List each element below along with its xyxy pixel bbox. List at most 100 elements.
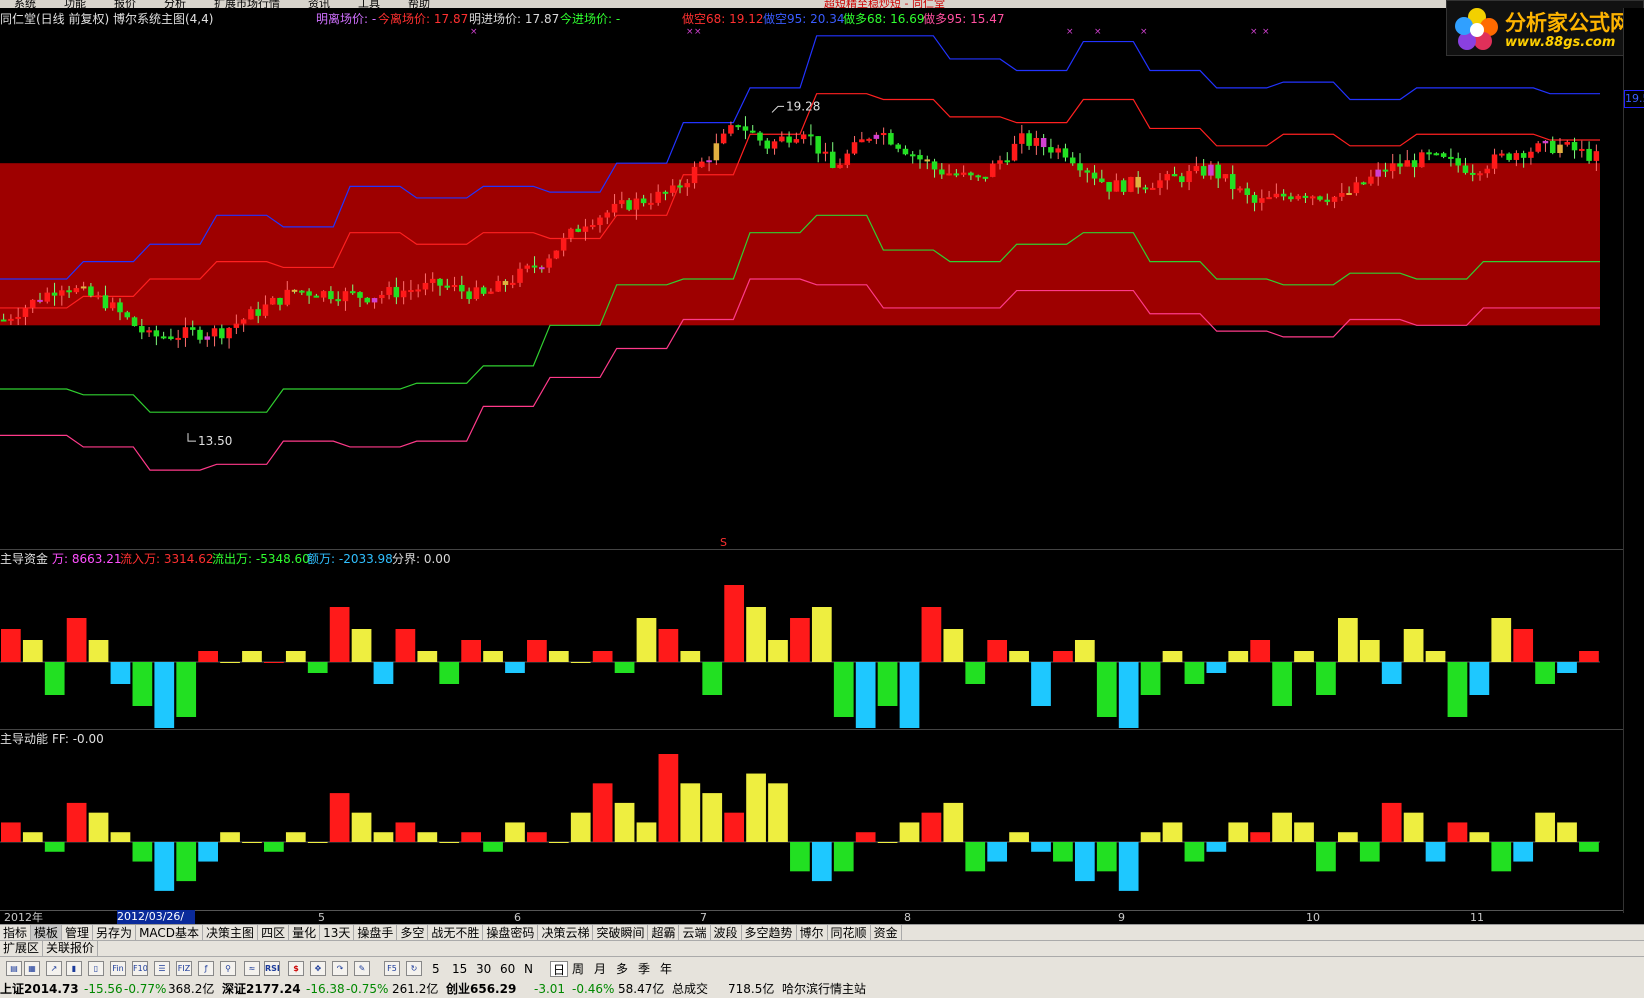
tb-13days[interactable]: 13天 (320, 925, 355, 941)
menu-item-news[interactable]: 资讯 (308, 0, 330, 8)
menu-item-analysis[interactable]: 分析 (164, 0, 186, 8)
zoom-icon[interactable]: ⚲ (220, 961, 236, 976)
candle-body (960, 172, 967, 175)
tb-related-quote[interactable]: 关联报价 (43, 941, 99, 956)
export-icon[interactable]: ↷ (332, 961, 348, 976)
menu-item-system[interactable]: 系统 (14, 0, 36, 8)
menu-item-tools[interactable]: 工具 (358, 0, 380, 8)
bar (855, 832, 876, 842)
fund-bar-chart[interactable] (0, 566, 1623, 728)
candle-body (989, 163, 996, 177)
menu-item-quote[interactable]: 报价 (114, 0, 136, 8)
bar (154, 662, 175, 728)
tb-trader[interactable]: 操盘手 (354, 925, 398, 941)
candle-body (240, 319, 247, 324)
tb-trend[interactable]: 多空趋势 (742, 925, 797, 941)
sz-pct: -0.75% (346, 982, 389, 996)
f5-icon[interactable]: F5 (384, 961, 400, 976)
tb-boer[interactable]: 博尔 (797, 925, 828, 941)
period-multi[interactable]: 多 (616, 961, 628, 977)
candle-icon[interactable]: ▯ (88, 961, 104, 976)
menu-item-help[interactable]: 帮助 (408, 0, 430, 8)
tb-macd[interactable]: MACD基本 (136, 925, 204, 941)
candle-body (1448, 156, 1454, 159)
tb-saveas[interactable]: 另存为 (93, 925, 137, 941)
period-day[interactable]: 日 (550, 961, 569, 977)
candle-body (633, 198, 640, 210)
tb-password[interactable]: 操盘密码 (483, 925, 539, 941)
fin-icon[interactable]: Fin (110, 961, 126, 976)
tb-breakout[interactable]: 突破瞬间 (593, 925, 649, 941)
candle-body (1259, 198, 1265, 203)
formula-icon[interactable]: ƒ (198, 961, 214, 976)
f10-icon[interactable]: F10 (132, 961, 148, 976)
tb-ext-area[interactable]: 扩展区 (0, 941, 44, 956)
cy-index[interactable]: 创业656.29 (446, 981, 516, 998)
pencil-icon[interactable]: ✎ (354, 961, 370, 976)
notes-icon[interactable]: ☰ (154, 961, 170, 976)
tb-fund[interactable]: 资金 (871, 925, 902, 941)
wave-icon[interactable]: ≈ (244, 961, 260, 976)
period-30min[interactable]: 30 (476, 961, 491, 977)
sh-index[interactable]: 上证2014.73 (0, 981, 79, 998)
period-60min[interactable]: 60 (500, 961, 515, 977)
tb-cloud[interactable]: 云端 (679, 925, 711, 941)
candle-body (779, 136, 785, 142)
fiz-icon[interactable]: FIZ (176, 961, 192, 976)
bar (1140, 832, 1161, 842)
trend-line-icon[interactable]: ↗ (46, 961, 62, 976)
candle-body (677, 185, 683, 188)
chart-line-icon[interactable]: ▤ (6, 961, 22, 976)
candle-body (51, 292, 58, 296)
tb-quant[interactable]: 量化 (289, 925, 321, 941)
panel-divider-2[interactable] (0, 729, 1623, 730)
candle-body (1397, 163, 1403, 167)
menu-item-function[interactable]: 功能 (64, 0, 86, 8)
tb-ths[interactable]: 同花顺 (828, 925, 871, 941)
extension-toolbar: 扩展区 关联报价 (0, 940, 1644, 956)
tb-wave[interactable]: 波段 (711, 925, 742, 941)
tb-template[interactable]: 模板 (31, 925, 63, 941)
bar (636, 822, 657, 842)
candle-body (429, 278, 436, 283)
tb-manage[interactable]: 管理 (62, 925, 94, 941)
kline-icon[interactable]: ▮ (66, 961, 82, 976)
tb-longshort[interactable]: 多空 (397, 925, 429, 941)
candle-body (1549, 140, 1556, 154)
bar (790, 618, 810, 662)
tb-super[interactable]: 超霸 (648, 925, 680, 941)
bar (483, 842, 503, 852)
bar (1381, 662, 1402, 684)
period-month[interactable]: 月 (594, 961, 606, 977)
candlestick-chart[interactable]: 19.2813.50× × × × × × × ×S (0, 8, 1623, 548)
period-15min[interactable]: 15 (452, 961, 467, 977)
period-year[interactable]: 年 (660, 961, 672, 977)
refresh-icon[interactable]: ↻ (406, 961, 422, 976)
bar (66, 802, 87, 842)
dollar-icon[interactable]: $ (288, 961, 304, 976)
momentum-bar-chart[interactable] (0, 746, 1623, 908)
period-quarter[interactable]: 季 (638, 961, 650, 977)
cy-pct: -0.46% (572, 982, 615, 996)
tb-invincible[interactable]: 战无不胜 (428, 925, 484, 941)
move-icon[interactable]: ✥ (310, 961, 326, 976)
period-week[interactable]: 周 (572, 961, 584, 977)
panel-divider[interactable] (0, 549, 1623, 550)
tb-decision[interactable]: 决策主图 (203, 925, 259, 941)
table-icon[interactable]: ▦ (24, 961, 40, 976)
high-marker-arrow (771, 105, 784, 113)
tb-indicator[interactable]: 指标 (0, 925, 32, 941)
tb-ladder[interactable]: 决策云梯 (538, 925, 594, 941)
bar (1009, 651, 1029, 662)
sz-index[interactable]: 深证2177.24 (222, 981, 301, 998)
candle-body (400, 290, 407, 298)
rsi-icon[interactable]: RSI (264, 961, 280, 976)
menu-item-ext-market[interactable]: 扩展市场行情 (214, 0, 280, 8)
candle-body (1244, 188, 1251, 195)
period-n[interactable]: N (524, 961, 533, 977)
period-5min[interactable]: 5 (432, 961, 440, 977)
bar (1272, 812, 1292, 842)
candle-body (1346, 193, 1352, 196)
tb-four-zone[interactable]: 四区 (258, 925, 290, 941)
time-axis[interactable]: 2012年 5 6 7 8 9 10 11 (0, 910, 1623, 925)
